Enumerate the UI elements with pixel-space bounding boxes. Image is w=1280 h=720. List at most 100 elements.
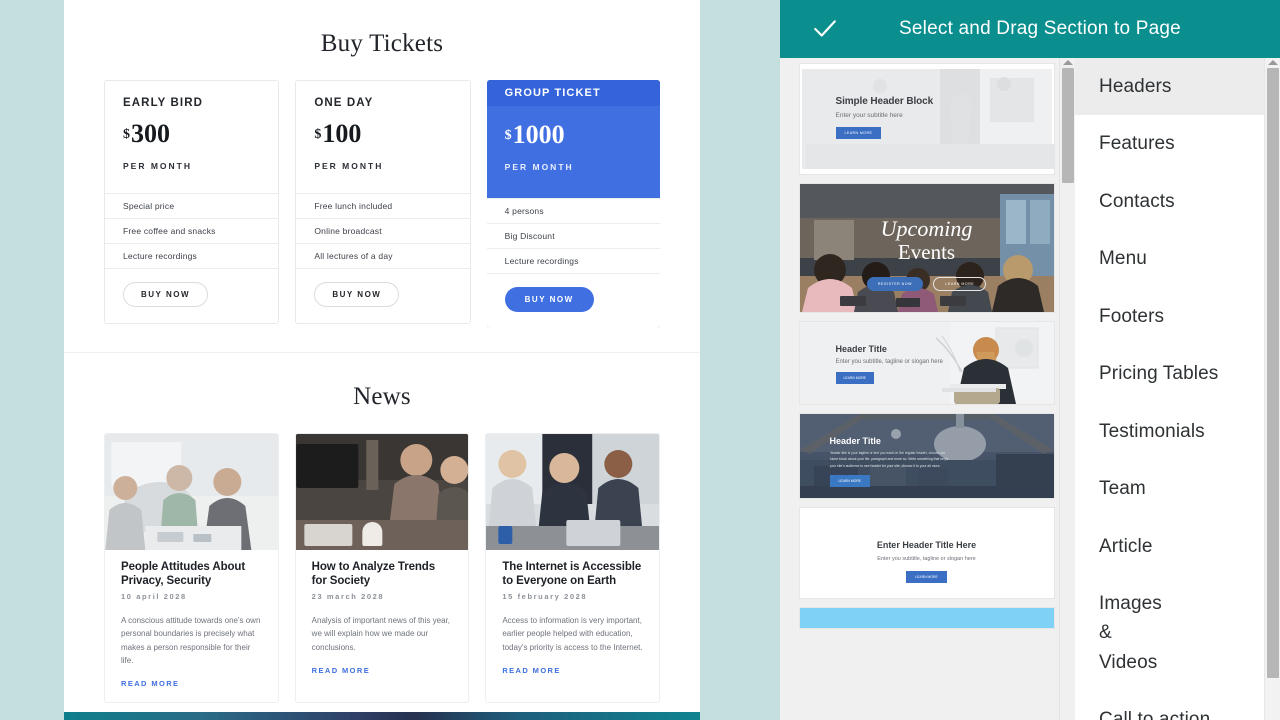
buy-now-button[interactable]: BUY NOW: [504, 287, 594, 312]
office-meeting-photo: [105, 434, 278, 550]
category-label: Team: [1099, 478, 1146, 500]
plan-price: $300: [123, 121, 260, 147]
page-title-news: News: [353, 383, 411, 410]
page-footer-band: [64, 712, 700, 720]
category-label: Testimonials: [1099, 420, 1205, 442]
news-card-body: The Internet is Accessible to Everyone o…: [486, 550, 659, 689]
category-item-headers[interactable]: Headers: [1075, 58, 1280, 116]
thumbnail-upcoming-events[interactable]: Upcoming Events REGISTER NOW LEARN MORE: [799, 184, 1054, 312]
desk-laptop-photo: [295, 434, 469, 550]
plan-feature: 4 persons: [486, 198, 660, 223]
news-card[interactable]: The Internet is Accessible to Everyone o…: [485, 433, 661, 703]
check-icon[interactable]: [812, 16, 838, 42]
category-label: Images & Videos: [1099, 592, 1162, 673]
buy-now-button[interactable]: BUY NOW: [314, 282, 400, 307]
read-more-link[interactable]: READ MORE: [121, 679, 262, 688]
news-title: The Internet is Accessible to Everyone o…: [502, 561, 642, 587]
category-item-footers[interactable]: Footers: [1075, 288, 1280, 345]
plan-period: PER MONTH: [314, 161, 384, 171]
pricing-card-early-bird[interactable]: EARLY BIRD $300 PER MONTH Special price …: [104, 80, 280, 324]
section-news[interactable]: News People Attitudes About Privacy, Sec…: [64, 353, 700, 720]
pricing-cards: EARLY BIRD $300 PER MONTH Special price …: [104, 80, 660, 328]
plan-feature: Free coffee and snacks: [105, 218, 279, 243]
read-more-link[interactable]: READ MORE: [502, 666, 643, 675]
buy-now-button[interactable]: BUY NOW: [123, 282, 209, 307]
page-preview-canvas[interactable]: Buy Tickets EARLY BIRD $300 PER MONTH Sp…: [0, 0, 784, 720]
thumbnail-header-title-light[interactable]: Header Title Enter you subtitle, tagline…: [799, 322, 1054, 404]
read-more-link[interactable]: READ MORE: [312, 666, 453, 675]
category-label: Contacts: [1099, 190, 1175, 212]
news-date: 23 march 2028: [311, 592, 385, 602]
thumb-art-plain: Enter Header Title Here Enter you subtit…: [799, 508, 1054, 598]
plan-feature: Big Discount: [486, 223, 660, 248]
thumb-button[interactable]: LEARN MORE: [906, 571, 947, 583]
thumbnail-header-title-overlay[interactable]: Header Title Header title is your taglin…: [799, 414, 1054, 498]
thumb-text-group: Enter Header Title Here Enter you subtit…: [800, 540, 1054, 583]
category-label: Menu: [1099, 248, 1147, 270]
plan-period: PER MONTH: [123, 161, 192, 171]
currency-symbol: $: [123, 127, 130, 142]
category-item-pricing-tables[interactable]: Pricing Tables: [1075, 345, 1280, 402]
category-item-testimonials[interactable]: Testimonials: [1075, 403, 1280, 460]
category-item-images-videos[interactable]: Images & Videos: [1075, 575, 1280, 691]
plan-name: GROUP TICKET: [504, 87, 601, 99]
scroll-up-arrow-icon[interactable]: [1063, 60, 1073, 65]
category-item-call-to-action[interactable]: Call to action: [1075, 691, 1280, 720]
plan-feature: All lectures of a day: [296, 243, 470, 268]
panel-title: Select and Drag Section to Page: [899, 18, 1181, 39]
news-thumbnail-image: [486, 434, 660, 550]
category-item-features[interactable]: Features: [1075, 115, 1280, 172]
scroll-up-arrow-icon[interactable]: [1268, 60, 1278, 65]
news-title: People Attitudes About Privacy, Security: [121, 561, 246, 587]
pricing-card-head: EARLY BIRD $300 PER MONTH: [105, 81, 278, 193]
plan-feature: Lecture recordings: [486, 248, 660, 273]
currency-symbol: $: [504, 128, 512, 143]
pricing-card-one-day[interactable]: ONE DAY $100 PER MONTH Free lunch includ…: [295, 80, 471, 324]
pricing-card-group-ticket[interactable]: GROUP TICKET $1000 PER MONTH 4 persons B…: [486, 80, 660, 328]
thumbnail-enter-header-title-here[interactable]: Enter Header Title Here Enter you subtit…: [799, 508, 1054, 598]
news-card[interactable]: People Attitudes About Privacy, Security…: [104, 433, 279, 703]
pricing-card-body-featured: $1000 PER MONTH: [486, 106, 660, 198]
plan-button-wrap: BUY NOW: [105, 268, 279, 323]
section-category-list[interactable]: Headers Features Contacts Menu Footers P…: [1075, 58, 1280, 720]
thumb-button[interactable]: LEARN MORE: [829, 474, 870, 487]
category-item-menu[interactable]: Menu: [1075, 230, 1280, 287]
thumb-subtitle: Enter you subtitle, tagline or slogan he…: [835, 359, 943, 365]
section-picker-panel[interactable]: Select and Drag Section to Page Simple H…: [780, 0, 1280, 720]
thumbnails-scrollbar[interactable]: [1059, 58, 1075, 720]
news-cards: People Attitudes About Privacy, Security…: [104, 433, 661, 703]
category-item-contacts[interactable]: Contacts: [1075, 173, 1280, 230]
thumb-title: Simple Header Block: [835, 96, 934, 107]
scrollbar-thumb[interactable]: [1062, 68, 1074, 183]
news-date: 15 february 2028: [502, 592, 588, 602]
thumb-button[interactable]: LEARN MORE: [835, 372, 874, 384]
scrollbar-thumb[interactable]: [1267, 68, 1279, 678]
thumb-subtitle: Header title is your tagline or text you…: [829, 451, 949, 468]
thumb-title: Enter Header Title Here: [876, 540, 977, 550]
thumbnail-simple-header-block[interactable]: Simple Header Block Enter your subtitle …: [799, 64, 1054, 174]
thumb-title-line1: Upcoming: [880, 216, 973, 241]
category-item-article[interactable]: Article: [1075, 518, 1280, 575]
section-buy-tickets[interactable]: Buy Tickets EARLY BIRD $300 PER MONTH Sp…: [64, 0, 700, 352]
thumbnail-next-section-partial[interactable]: [799, 608, 1054, 628]
plan-period: PER MONTH: [504, 162, 574, 172]
category-item-team[interactable]: Team: [1075, 460, 1280, 517]
thumb-button-secondary[interactable]: LEARN MORE: [933, 277, 987, 292]
pricing-card-head: ONE DAY $100 PER MONTH: [296, 81, 469, 193]
category-label: Article: [1099, 535, 1153, 557]
website-page[interactable]: Buy Tickets EARLY BIRD $300 PER MONTH Sp…: [64, 0, 700, 720]
category-label: Footers: [1099, 305, 1165, 327]
pricing-card-head-featured: GROUP TICKET: [486, 80, 660, 106]
news-card[interactable]: How to Analyze Trends for Society 23 mar…: [294, 433, 470, 703]
plan-feature: Free lunch included: [296, 193, 470, 218]
price-value: 300: [131, 119, 170, 148]
category-label: Call to action: [1099, 709, 1211, 720]
thumb-button-primary[interactable]: REGISTER NOW: [866, 277, 923, 292]
categories-scrollbar[interactable]: [1264, 58, 1280, 720]
thumb-button[interactable]: LEARN MORE: [835, 127, 882, 139]
section-thumbnail-list[interactable]: Simple Header Block Enter your subtitle …: [780, 58, 1075, 720]
page-title-buy-tickets: Buy Tickets: [320, 30, 444, 57]
thumb-subtitle: Enter your subtitle here: [835, 112, 903, 119]
thumb-art-partial: [799, 608, 1054, 628]
panel-body: Simple Header Block Enter your subtitle …: [780, 58, 1280, 720]
